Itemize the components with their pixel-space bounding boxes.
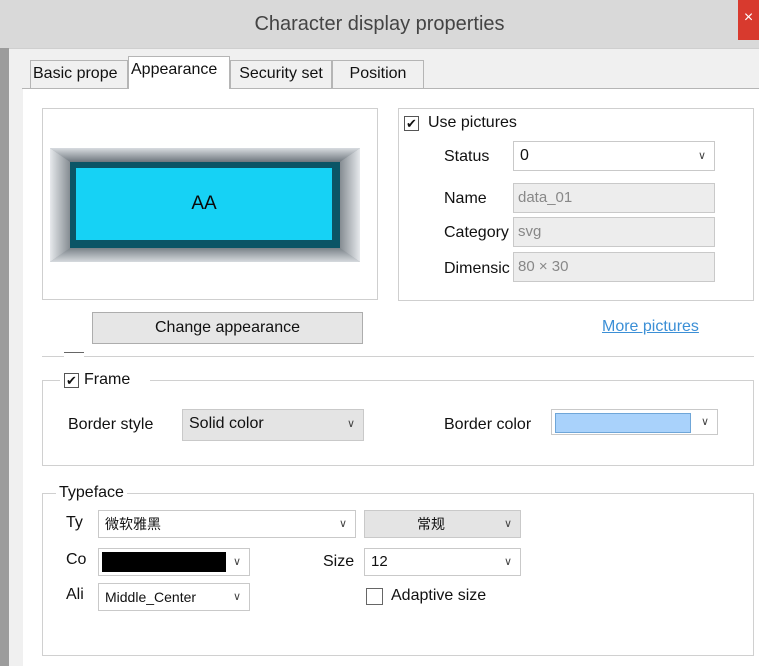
tab-appearance[interactable]: Appearance — [128, 56, 230, 89]
adaptive-size-checkbox[interactable] — [366, 588, 383, 605]
font-style-value: 常规 — [417, 516, 445, 532]
font-type-label: Ty — [66, 514, 83, 531]
category-field: svg — [513, 217, 715, 247]
checkmark-icon: ✔ — [406, 116, 417, 131]
font-color-swatch — [102, 552, 226, 572]
adaptive-size-label: Adaptive size — [391, 587, 487, 604]
more-pictures-link[interactable]: More pictures — [602, 316, 699, 338]
border-style-select[interactable]: Solid color ∨ — [182, 409, 364, 441]
border-color-swatch — [555, 413, 691, 433]
border-color-picker[interactable]: ∨ — [551, 409, 718, 435]
chevron-down-icon: ∨ — [232, 556, 241, 568]
close-button[interactable]: × — [738, 0, 759, 40]
close-icon: × — [743, 9, 754, 26]
tab-position[interactable]: Position — [332, 60, 424, 88]
preview-label: AA — [191, 193, 217, 214]
dimension-field: 80 × 30 — [513, 252, 715, 282]
category-label: Category — [444, 224, 509, 241]
section-divider — [42, 356, 754, 357]
status-label: Status — [444, 148, 490, 165]
window-title: Character display properties — [254, 13, 505, 35]
font-size-select[interactable]: 12 ∨ — [364, 548, 521, 576]
name-label: Name — [444, 190, 487, 207]
tab-basic-properties[interactable]: Basic prope — [30, 60, 128, 88]
left-frame — [0, 48, 9, 666]
tab-security-settings[interactable]: Security set — [230, 60, 332, 88]
dimension-label: Dimensic — [444, 260, 510, 277]
typeface-legend: Typeface — [56, 482, 127, 504]
font-size-value: 12 — [371, 553, 388, 570]
use-pictures-checkbox[interactable]: ✔ — [404, 116, 419, 131]
frame-label: Frame — [84, 371, 131, 388]
chevron-down-icon: ∨ — [697, 150, 706, 162]
frame-checkbox[interactable]: ✔ — [64, 373, 79, 388]
name-field: data_01 — [513, 183, 715, 213]
preview-face: AA — [76, 168, 332, 240]
chevron-down-icon: ∨ — [503, 518, 512, 530]
font-color-picker[interactable]: ∨ — [98, 548, 250, 576]
font-family-select[interactable]: 微软雅黑 ∨ — [98, 510, 356, 538]
chevron-down-icon: ∨ — [503, 556, 512, 568]
alignment-label: Ali — [66, 586, 84, 603]
border-style-value: Solid color — [189, 415, 264, 432]
border-style-label: Border style — [68, 416, 154, 433]
collapsed-checkbox-stub — [64, 352, 84, 358]
border-color-label: Border color — [444, 416, 532, 433]
change-appearance-button[interactable]: Change appearance — [92, 312, 363, 344]
chevron-down-icon: ∨ — [232, 591, 241, 603]
alignment-value: Middle_Center — [105, 589, 197, 605]
checkmark-icon: ✔ — [66, 373, 77, 388]
alignment-select[interactable]: Middle_Center ∨ — [98, 583, 250, 611]
status-select[interactable]: 0 ∨ — [513, 141, 715, 171]
font-family-value: 微软雅黑 — [105, 516, 161, 532]
font-color-label: Co — [66, 551, 87, 568]
font-style-select[interactable]: 常规 ∨ — [364, 510, 521, 538]
chevron-down-icon: ∨ — [338, 518, 347, 530]
chevron-down-icon: ∨ — [700, 416, 709, 428]
size-label: Size — [323, 553, 355, 570]
use-pictures-label: Use pictures — [428, 114, 517, 131]
status-value: 0 — [520, 147, 529, 164]
chevron-down-icon: ∨ — [346, 418, 355, 430]
